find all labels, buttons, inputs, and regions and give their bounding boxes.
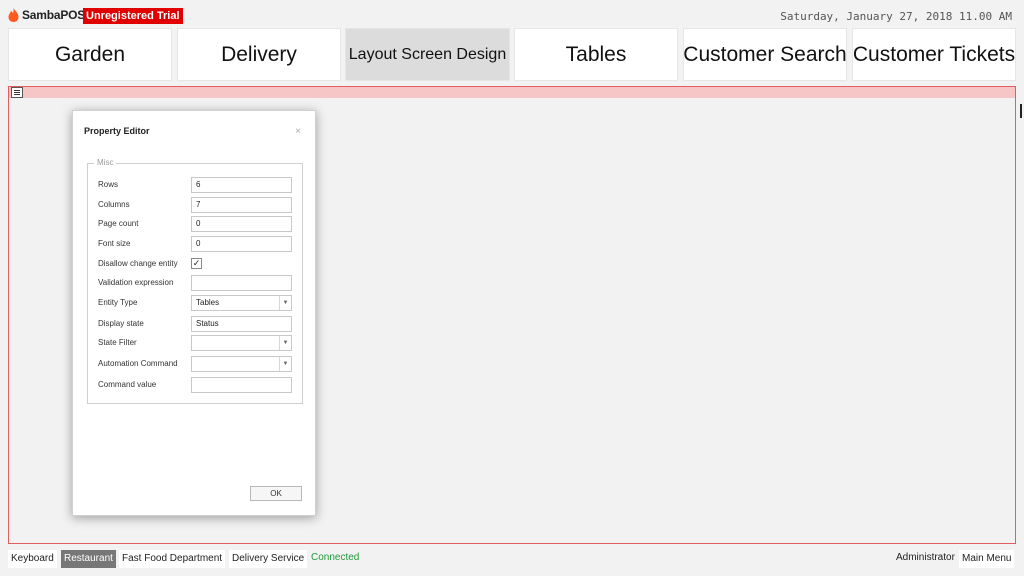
field-label: Display state (98, 319, 144, 328)
field-page-count: Page count 0 (98, 216, 298, 232)
group-title: Misc (94, 158, 117, 167)
selected-value: Tables (196, 298, 220, 307)
tile-customer-tickets[interactable]: Customer Tickets (852, 28, 1016, 81)
state-filter-select[interactable]: ▼ (191, 335, 292, 351)
field-label: Command value (98, 380, 157, 389)
automation-command-select[interactable]: ▼ (191, 356, 292, 372)
chevron-down-icon[interactable]: ▼ (279, 357, 291, 371)
restaurant-button[interactable]: Restaurant (61, 550, 116, 568)
display-state-input[interactable]: Status (191, 316, 292, 332)
columns-input[interactable]: 7 (191, 197, 292, 213)
property-editor-dialog: Property Editor × Misc Rows 6 Columns 7 … (72, 110, 316, 516)
field-label: Rows (98, 180, 119, 189)
dialog-title: Property Editor (84, 126, 150, 136)
current-user: Administrator (896, 552, 955, 563)
hamburger-menu-icon[interactable] (11, 87, 23, 98)
field-rows: Rows 6 (98, 177, 298, 193)
connection-status: Connected (311, 552, 360, 563)
field-label: Columns (98, 200, 130, 209)
field-automation-command: Automation Command ▼ (98, 356, 298, 372)
close-icon[interactable]: × (295, 126, 301, 137)
trial-badge: Unregistered Trial (83, 8, 183, 24)
entity-type-select[interactable]: Tables ▼ (191, 295, 292, 311)
rows-input[interactable]: 6 (191, 177, 292, 193)
app-name: SambaPOS (22, 8, 86, 22)
ok-button[interactable]: OK (250, 486, 302, 501)
field-label: State Filter (98, 338, 137, 347)
font-size-input[interactable]: 0 (191, 236, 292, 252)
tile-tables[interactable]: Tables (514, 28, 678, 81)
navigation-tiles: Garden Delivery Layout Screen Design Tab… (8, 28, 1016, 81)
keyboard-button[interactable]: Keyboard (8, 550, 57, 568)
main-menu-button[interactable]: Main Menu (959, 550, 1015, 568)
fast-food-department-button[interactable]: Fast Food Department (119, 550, 226, 568)
field-label: Automation Command (98, 359, 178, 368)
command-value-input[interactable] (191, 377, 292, 393)
chevron-down-icon[interactable]: ▼ (279, 336, 291, 350)
date-time: Saturday, January 27, 2018 11.00 AM (780, 10, 1012, 23)
field-display-state: Display state Status (98, 316, 298, 332)
top-bar: SambaPOS Unregistered Trial Saturday, Ja… (0, 0, 1024, 28)
field-font-size: Font size 0 (98, 236, 298, 252)
field-label: Font size (98, 239, 131, 248)
chevron-down-icon[interactable]: ▼ (279, 296, 291, 310)
misc-group: Misc Rows 6 Columns 7 Page count 0 Font … (87, 158, 303, 404)
field-label: Disallow change entity (98, 259, 178, 268)
field-state-filter: State Filter ▼ (98, 335, 298, 351)
field-command-value: Command value (98, 377, 298, 393)
validation-expression-input[interactable] (191, 275, 292, 291)
disallow-change-entity-checkbox[interactable]: ✓ (191, 258, 202, 269)
field-columns: Columns 7 (98, 197, 298, 213)
flame-icon (8, 8, 19, 22)
tile-customer-search[interactable]: Customer Search (683, 28, 847, 81)
tile-garden[interactable]: Garden (8, 28, 172, 81)
field-disallow-change-entity: Disallow change entity ✓ (98, 256, 298, 272)
field-label: Page count (98, 219, 139, 228)
tile-layout-screen-design[interactable]: Layout Screen Design (345, 28, 510, 81)
text-cursor (1020, 104, 1022, 118)
field-label: Entity Type (98, 298, 138, 307)
field-validation-expression: Validation expression (98, 275, 298, 291)
field-label: Validation expression (98, 278, 174, 287)
app-logo: SambaPOS (8, 8, 85, 22)
field-entity-type: Entity Type Tables ▼ (98, 295, 298, 311)
page-count-input[interactable]: 0 (191, 216, 292, 232)
delivery-service-button[interactable]: Delivery Service (229, 550, 308, 568)
tile-delivery[interactable]: Delivery (177, 28, 341, 81)
status-bar: Keyboard Restaurant Fast Food Department… (0, 548, 1024, 570)
